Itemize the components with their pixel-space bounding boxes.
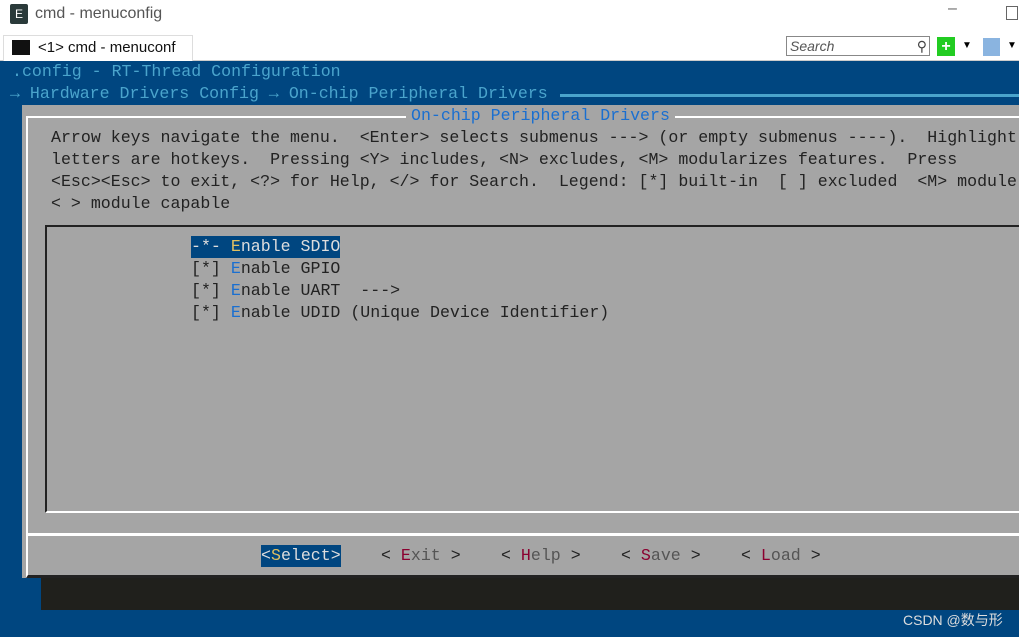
search-icon: ⚲ [916, 38, 927, 54]
button-hotkey: H [520, 546, 531, 565]
menu-item[interactable]: -*- Enable SDIO [191, 236, 341, 258]
console-icon [12, 40, 30, 55]
bracket: < [621, 546, 641, 565]
view-icon[interactable] [983, 38, 1000, 56]
watermark: CSDN @数与形 [903, 612, 1003, 628]
button-label: elect [280, 546, 331, 565]
help-line: letters are hotkeys. Pressing <Y> includ… [51, 150, 958, 169]
button-select[interactable]: <Select> [261, 545, 341, 567]
menu-item[interactable]: [*] Enable UDID (Unique Device Identifie… [191, 302, 609, 324]
header-line [560, 94, 1019, 97]
minimize-button[interactable]: – [948, 0, 957, 18]
button-hotkey: L [760, 546, 771, 565]
button-load[interactable]: < Load > [741, 545, 821, 567]
help-line: <Esc><Esc> to exit, <?> for Help, </> fo… [51, 172, 1017, 191]
config-title: .config - RT-Thread Configuration [12, 62, 341, 81]
item-label: nable SDIO [240, 237, 341, 256]
item-state: [*] [191, 259, 221, 278]
bracket: < [741, 546, 761, 565]
button-exit[interactable]: < Exit > [381, 545, 461, 567]
bracket: > [680, 546, 701, 565]
menu-item[interactable]: [*] Enable UART ---> [191, 280, 400, 302]
bracket: > [330, 546, 341, 565]
dialog-title: On-chip Peripheral Drivers [406, 105, 675, 127]
item-hotkey: E [230, 259, 241, 278]
help-line: < > module capable [51, 194, 231, 213]
search-input[interactable]: Search ⚲ [786, 36, 930, 56]
chevron-down-icon[interactable]: ▼ [962, 40, 972, 51]
button-save[interactable]: < Save > [621, 545, 701, 567]
menu-item[interactable]: [*] Enable GPIO [191, 258, 340, 280]
chevron-down-icon[interactable]: ▼ [1007, 40, 1017, 51]
item-state: -*- [191, 237, 221, 256]
app-icon: E [10, 4, 28, 24]
button-hotkey: S [640, 546, 651, 565]
bracket: > [440, 546, 461, 565]
tab-cmd[interactable]: <1> cmd - menuconf [3, 35, 193, 61]
item-state: [*] [191, 281, 221, 300]
breadcrumb: → Hardware Drivers Config → On-chip Peri… [10, 84, 548, 103]
title-bar: E cmd - menuconfig – [0, 0, 1019, 30]
item-label: nable UDID (Unique Device Identifier) [240, 303, 610, 322]
dialog-shadow [41, 578, 1019, 610]
bracket: < [501, 546, 521, 565]
item-label: nable GPIO [240, 259, 341, 278]
maximize-button[interactable] [1006, 6, 1018, 20]
item-hotkey: E [230, 303, 241, 322]
bracket: < [381, 546, 401, 565]
item-state: [*] [191, 303, 221, 322]
button-label: elp [530, 546, 561, 565]
item-label: nable UART ---> [240, 281, 401, 300]
new-console-button[interactable]: + [937, 37, 955, 56]
button-help[interactable]: < Help > [501, 545, 581, 567]
item-hotkey: E [230, 281, 241, 300]
dialog: On-chip Peripheral Drivers Arrow keys na… [22, 105, 1019, 578]
button-label: oad [770, 546, 801, 565]
tab-label: <1> cmd - menuconf [38, 39, 176, 56]
bracket: < [261, 546, 271, 565]
item-hotkey: E [230, 237, 241, 256]
bracket: > [800, 546, 821, 565]
window-title: cmd - menuconfig [35, 5, 163, 22]
help-line: Arrow keys navigate the menu. <Enter> se… [51, 128, 1017, 147]
button-hotkey: S [270, 546, 281, 565]
bracket: > [560, 546, 581, 565]
button-label: xit [410, 546, 441, 565]
divider [28, 533, 1019, 536]
button-hotkey: E [400, 546, 411, 565]
search-placeholder: Search [790, 38, 835, 54]
button-label: ave [650, 546, 681, 565]
